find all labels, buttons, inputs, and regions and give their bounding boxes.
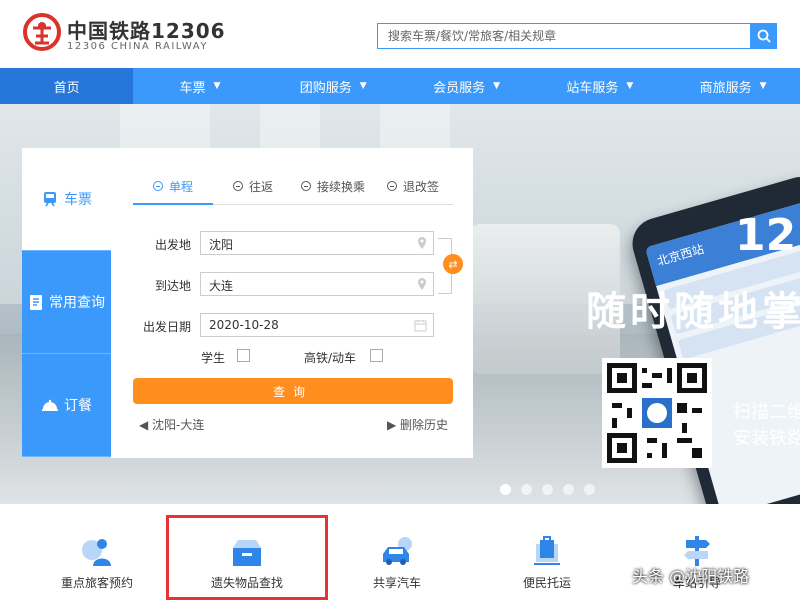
shared-car-icon [342,534,452,568]
nav-item-business[interactable]: 商旅服务 ▼ [666,68,799,104]
trip-tab-label: 接续换乘 [316,180,365,194]
dining-icon [41,397,59,413]
brand-name: 中国铁路12306 [67,19,226,43]
highspeed-label: 高铁/动车 [304,351,357,365]
page: 中国铁路12306 12306 CHINA RAILWAY 首页 车票 ▼ 团购服… [0,0,800,601]
trip-tab-refund[interactable]: 退改签 [373,178,453,204]
service-vip-reservation[interactable]: 重点旅客预约 [42,534,152,591]
date-label: 出发日期 [142,320,191,334]
side-tab-common-query[interactable]: 常用查询 [22,251,111,354]
carousel-dot[interactable] [500,484,511,495]
ticket-search-panel: 单程 往返 接续换乘 退改签 出发地 沈阳 到达地 大连 ⇄ 出发日期 2020… [111,148,473,458]
site-search [377,23,751,49]
carousel-dot[interactable] [542,484,553,495]
chevron-down-icon: ▼ [759,81,767,91]
brand-name-en: 12306 CHINA RAILWAY [67,41,208,52]
calendar-icon [414,320,427,332]
carousel-dots [500,484,595,495]
radio-icon [386,181,397,191]
banner-number: 12 [735,210,797,261]
side-tab-label: 常用查询 [49,295,105,311]
radio-icon [300,181,311,191]
search-button[interactable] [751,23,777,49]
nav-label: 团购服务 [299,80,352,96]
clear-history-text: 删除历史 [400,418,449,432]
service-label: 便民托运 [522,576,571,590]
service-shared-car[interactable]: 共享汽车 [342,534,452,591]
carousel-dot[interactable] [563,484,574,495]
swap-icon: ⇄ [448,257,458,271]
nav-label: 会员服务 [433,80,486,96]
trip-tab-label: 往返 [248,180,273,194]
to-station-value: 大连 [209,279,234,293]
trip-tab-oneway[interactable]: 单程 [133,178,213,205]
swap-stations-button[interactable]: ⇄ [443,254,463,274]
nav-item-tickets[interactable]: 车票 ▼ [133,68,266,104]
service-label: 共享汽车 [372,576,421,590]
nav-label: 站车服务 [566,80,619,96]
side-tab-dining[interactable]: 订餐 [22,354,111,457]
chevron-down-icon: ▼ [213,81,221,91]
qr-code-icon [607,363,707,463]
carousel-dot[interactable] [521,484,532,495]
chevron-left-icon: ◀ [139,418,153,432]
highspeed-checkbox[interactable] [370,349,383,362]
qr-code [602,358,712,468]
query-button[interactable]: 查询 [133,378,453,404]
site-header: 中国铁路12306 12306 CHINA RAILWAY [0,0,800,68]
carousel-dot[interactable] [584,484,595,495]
qr-caption-1: 扫描二维 [733,402,800,423]
from-station-input[interactable]: 沈阳 [200,231,434,255]
to-station-input[interactable]: 大连 [200,272,434,296]
document-icon [28,293,44,311]
to-label: 到达地 [154,279,191,293]
watermark: 头条 @沈阳铁路 [632,567,750,586]
history-route-text: 沈阳-大连 [152,418,205,432]
side-tab-label: 车票 [64,192,92,208]
qr-caption-2: 安装铁路 [733,428,800,449]
date-value: 2020-10-28 [209,318,279,332]
from-label: 出发地 [154,238,191,252]
luggage-cart-icon [492,534,602,568]
student-checkbox[interactable] [237,349,250,362]
trip-tab-label: 退改签 [402,180,439,194]
from-station-value: 沈阳 [209,238,234,252]
trip-tab-roundtrip[interactable]: 往返 [213,178,293,204]
chevron-down-icon: ▼ [626,81,634,91]
trip-tab-label: 单程 [168,180,193,194]
banner-slogan: 随时随地掌 [586,289,800,335]
nav-item-station[interactable]: 站车服务 ▼ [533,68,666,104]
nav-item-group[interactable]: 团购服务 ▼ [267,68,400,104]
service-luggage[interactable]: 便民托运 [492,534,602,591]
location-pin-icon [418,278,426,290]
chevron-down-icon: ▼ [493,81,500,91]
chevron-right-icon: ▶ [387,418,401,432]
chevron-down-icon: ▼ [359,81,367,91]
booking-side-tabs: 车票 常用查询 订餐 [22,148,111,458]
nav-item-home[interactable]: 首页 [0,68,134,104]
clear-history-button[interactable]: ▶ 删除历史 [387,416,448,433]
history-route[interactable]: ◀ 沈阳-大连 [139,416,204,433]
location-pin-icon [418,237,426,249]
main-nav: 首页 车票 ▼ 团购服务 ▼ 会员服务 ▼ 站车服务 ▼ 商旅服务 ▼ [0,68,800,104]
highlight-annotation [166,515,328,600]
radio-icon [232,181,243,191]
railway-logo-icon[interactable] [22,12,62,52]
date-input[interactable]: 2020-10-28 [200,313,434,337]
train-icon [41,190,59,208]
trip-tab-transfer[interactable]: 接续换乘 [293,178,373,204]
service-label: 重点旅客预约 [60,576,133,590]
search-icon [757,29,771,43]
trip-type-tabs: 单程 往返 接续换乘 退改签 [133,178,453,205]
side-tab-label: 订餐 [64,398,92,414]
student-label: 学生 [201,351,226,365]
radio-icon [152,181,163,191]
nav-item-member[interactable]: 会员服务 ▼ [400,68,533,104]
wheelchair-person-icon [42,534,152,568]
search-input[interactable] [378,24,750,48]
nav-label: 商旅服务 [699,80,752,96]
side-tab-tickets[interactable]: 车票 [22,148,111,251]
nav-label: 首页 [53,80,80,96]
nav-label: 车票 [179,80,206,96]
